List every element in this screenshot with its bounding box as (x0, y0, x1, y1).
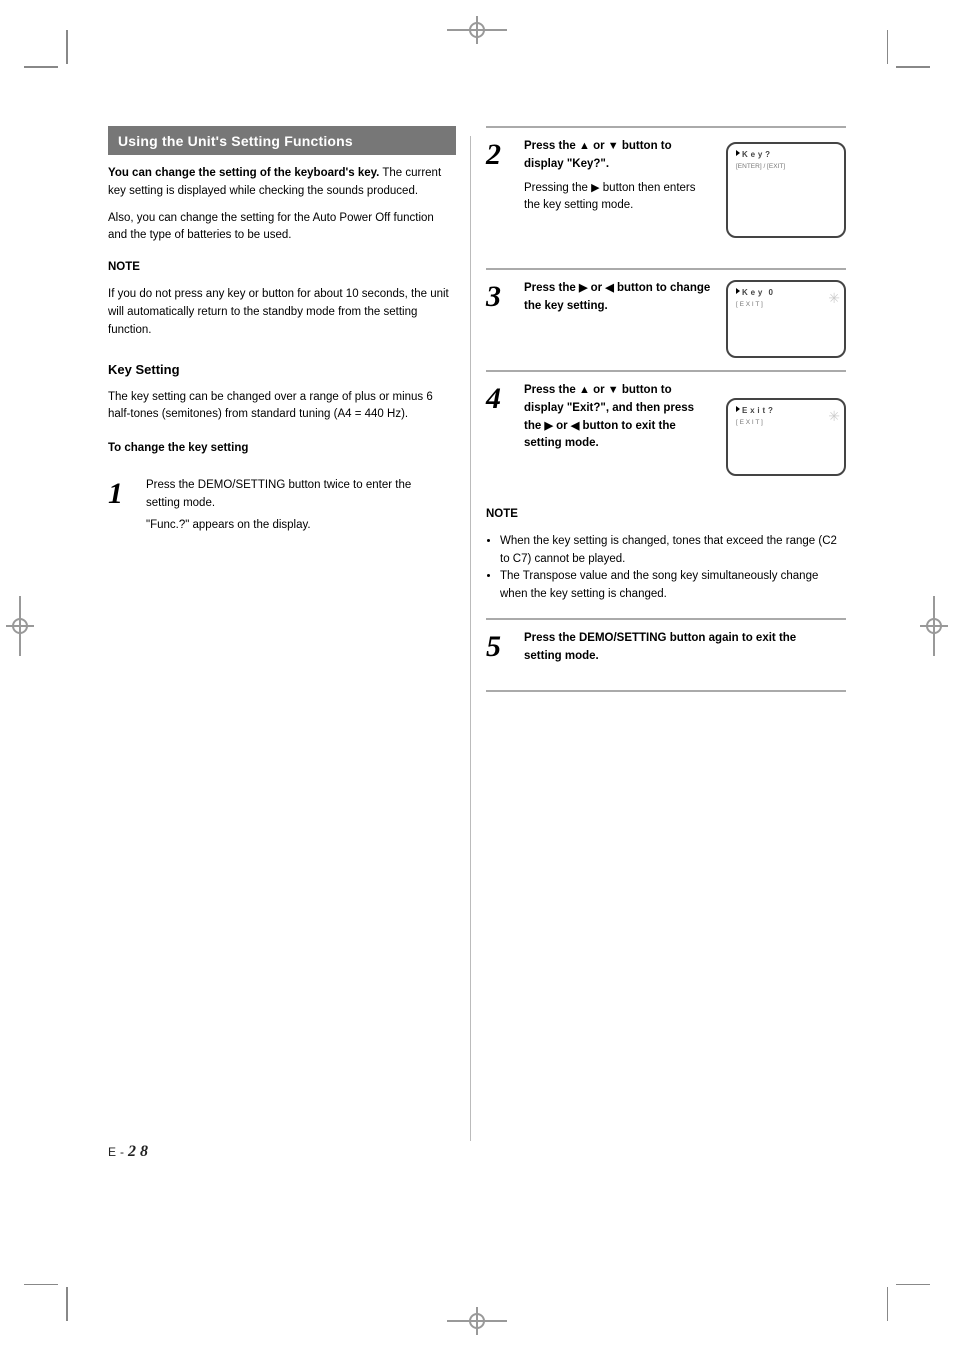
right-column: 2 Press the ▲ or ▼ button to display "Ke… (486, 126, 846, 692)
intro-text: You can change the setting of the keyboa… (108, 165, 456, 245)
left-column: Using the Unit's Setting Functions You c… (108, 126, 456, 549)
step-number: 5 (486, 630, 501, 664)
note-block: NOTE If you do not press any key or butt… (108, 259, 456, 339)
note-block-right: NOTE When the key setting is changed, to… (486, 506, 846, 604)
lcd-display: K e y ? [ENTER] / [EXIT] (726, 142, 846, 238)
caret-icon (736, 288, 740, 294)
key-setting-body: The key setting can be changed over a ra… (108, 389, 456, 425)
step-number: 2 (486, 138, 501, 172)
intro-lead: You can change the setting of the keyboa… (108, 167, 379, 179)
step-5-text: Press the DEMO/SETTING button again to e… (524, 630, 824, 666)
step-3-mid: or (587, 282, 605, 294)
down-triangle-icon: ▼ (608, 140, 619, 152)
step-number: 3 (486, 280, 501, 314)
crop-mark (66, 30, 68, 64)
step-5: 5 Press the DEMO/SETTING button again to… (486, 620, 846, 690)
note-label: NOTE (108, 259, 456, 277)
registration-mark (447, 10, 507, 50)
lcd-line: E x i t ? (742, 406, 773, 415)
note-item: When the key setting is changed, tones t… (500, 533, 846, 569)
blink-icon: ✳ (828, 290, 838, 308)
blink-icon: ✳ (828, 408, 838, 426)
step-2-tail1: Pressing the (524, 182, 591, 194)
crop-mark (887, 30, 889, 64)
step-4-b: or (590, 384, 608, 396)
section-header: Using the Unit's Setting Functions (108, 126, 456, 155)
up-triangle-icon: ▲ (579, 384, 590, 396)
heading-to-change: To change the key setting (108, 440, 456, 458)
page: Using the Unit's Setting Functions You c… (0, 0, 954, 1351)
to-change-block: To change the key setting (108, 440, 456, 458)
down-triangle-icon: ▼ (608, 384, 619, 396)
step-4-a: Press the (524, 384, 579, 396)
crop-mark (896, 1284, 930, 1286)
step-divider (486, 690, 846, 692)
right-triangle-icon: ▶ (544, 420, 552, 432)
lcd-hint: [ E X I T ] (736, 301, 836, 309)
heading-key-setting: Key Setting (108, 360, 456, 380)
page-num-value: 28 (128, 1143, 152, 1160)
step-3: 3 Press the ▶ or ◀ button to change the … (486, 270, 846, 370)
registration-mark (914, 596, 954, 656)
lcd-value: 0 (768, 288, 773, 297)
crop-mark (887, 1287, 889, 1321)
page-prefix: E- (108, 1145, 128, 1159)
caret-icon (736, 150, 740, 156)
lcd-hint: [ E X I T ] (736, 419, 836, 427)
note-item: The Transpose value and the song key sim… (500, 568, 846, 604)
lcd-display: ✳ E x i t ? [ E X I T ] (726, 398, 846, 476)
step-number: 1 (108, 477, 123, 511)
up-triangle-icon: ▲ (579, 140, 590, 152)
column-divider (470, 136, 471, 1141)
crop-mark (24, 1284, 58, 1286)
step-1-text2: "Func.?" appears on the display. (146, 517, 446, 535)
page-number: E-28 (108, 1143, 152, 1161)
intro-p2: Also, you can change the setting for the… (108, 210, 456, 246)
step-4-d: or (553, 420, 571, 432)
step-number: 4 (486, 382, 501, 416)
right-triangle-icon: ▶ (591, 182, 599, 194)
crop-mark (66, 1287, 68, 1321)
caret-icon (736, 406, 740, 412)
step-2-mid: or (590, 140, 608, 152)
content-area: Using the Unit's Setting Functions You c… (108, 126, 846, 1146)
lcd-display: ✳ K e y 0 [ E X I T ] (726, 280, 846, 358)
step-2: 2 Press the ▲ or ▼ button to display "Ke… (486, 128, 846, 268)
step-1: 1 Press the DEMO/SETTING button twice to… (108, 467, 468, 548)
step-4: 4 Press the ▲ or ▼ button to display "Ex… (486, 372, 846, 502)
registration-mark (447, 1301, 507, 1341)
note-label: NOTE (486, 506, 846, 524)
lcd-line: K e y (742, 288, 763, 297)
left-triangle-icon: ◀ (571, 420, 579, 432)
left-triangle-icon: ◀ (605, 282, 613, 294)
step-1-text: Press the DEMO/SETTING button twice to e… (146, 477, 446, 513)
crop-mark (896, 66, 930, 68)
step-3-lead: Press the (524, 282, 579, 294)
key-setting-block: Key Setting The key setting can be chang… (108, 360, 456, 425)
note-body: If you do not press any key or button fo… (108, 286, 456, 339)
step-2-lead: Press the (524, 140, 579, 152)
crop-mark (24, 66, 58, 68)
lcd-hint: [ENTER] / [EXIT] (736, 163, 836, 171)
registration-mark (0, 596, 40, 656)
lcd-line: K e y ? (742, 150, 770, 159)
